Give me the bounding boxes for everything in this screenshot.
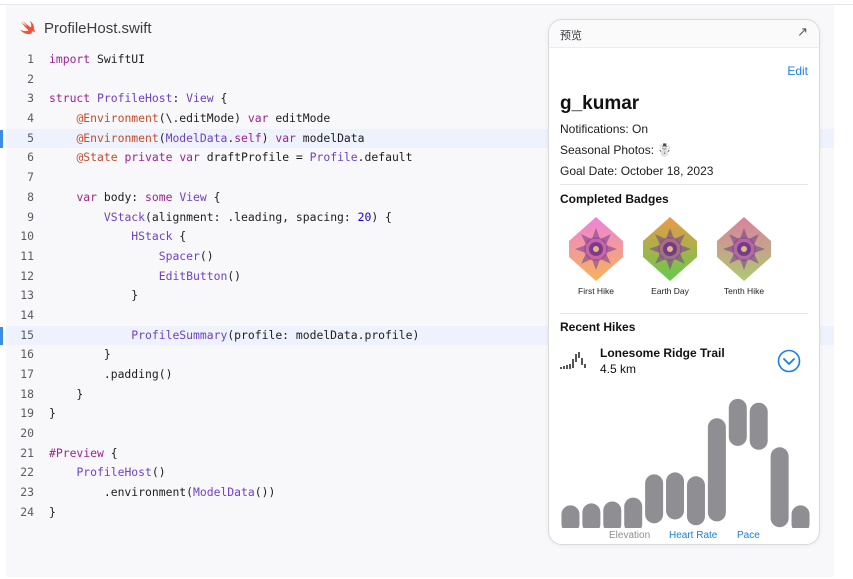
code-text[interactable]: import SwiftUI: [49, 50, 145, 70]
completed-badges-title: Completed Badges: [560, 192, 669, 206]
notifications-text: Notifications: On: [560, 122, 649, 136]
hike-elevation-icon: [560, 352, 586, 369]
code-text[interactable]: HStack {: [49, 227, 186, 247]
code-text[interactable]: @Environment(\.editMode) var editMode: [49, 109, 330, 129]
graph-capsule: [791, 505, 810, 528]
code-text[interactable]: struct ProfileHost: View {: [49, 89, 227, 109]
code-text[interactable]: }: [49, 345, 111, 365]
recent-hikes-title: Recent Hikes: [560, 320, 636, 334]
graph-capsule: [749, 402, 768, 450]
username: g_kumar: [560, 93, 640, 114]
graph-capsule: [645, 474, 664, 524]
preview-title-bar: 预览 ↗: [549, 20, 819, 48]
preview-panel: 预览 ↗ Edit g_kumar Notifications: On Seas…: [548, 19, 820, 545]
line-number: 7: [27, 170, 34, 185]
line-number: 22: [20, 465, 34, 480]
code-text[interactable]: @Environment(ModelData.self) var modelDa…: [49, 129, 364, 149]
badge-icon: [643, 217, 697, 281]
code-text[interactable]: var body: some View {: [49, 188, 220, 208]
hike-graph: [561, 398, 810, 528]
code-text[interactable]: }: [49, 503, 56, 523]
line-number: 10: [20, 229, 34, 244]
code-text[interactable]: VStack(alignment: .leading, spacing: 20)…: [49, 208, 392, 228]
line-number: 1: [27, 52, 34, 66]
line-number: 11: [20, 248, 34, 263]
line-number: 24: [20, 504, 34, 519]
code-text[interactable]: }: [49, 385, 83, 405]
line-number: 3: [27, 91, 34, 106]
line-number: 19: [20, 406, 34, 421]
line-number: 18: [20, 386, 34, 401]
badge: Earth Day: [639, 216, 701, 296]
graph-tab-heart-rate[interactable]: Heart Rate: [669, 530, 717, 541]
graph-capsule: [770, 447, 789, 528]
code-text[interactable]: @State private var draftProfile = Profil…: [49, 148, 412, 168]
line-number: 4: [27, 111, 34, 126]
line-number: 14: [20, 307, 34, 322]
line-number: 15: [20, 327, 34, 342]
hike-distance: 4.5 km: [600, 362, 637, 376]
line-number: 17: [20, 367, 34, 381]
graph-capsule: [707, 418, 726, 522]
preview-title: 预览: [560, 30, 582, 42]
line-number: 13: [20, 288, 34, 303]
line-number: 12: [20, 268, 34, 283]
badge-icon: [569, 217, 623, 281]
graph-tabs: Elevation Heart Rate Pace: [549, 530, 819, 544]
line-number: 16: [20, 347, 34, 362]
graph-capsule: [624, 497, 643, 528]
graph-tab-pace[interactable]: Pace: [737, 530, 760, 541]
hike-name: Lonesome Ridge Trail: [600, 346, 725, 360]
graph-capsule: [686, 476, 705, 526]
badge: First Hike: [565, 216, 627, 296]
line-number: 6: [27, 150, 34, 165]
code-text[interactable]: .environment(ModelData()): [49, 483, 275, 503]
line-number: 5: [27, 130, 34, 145]
code-text[interactable]: }: [49, 404, 56, 424]
badge-label: Earth Day: [651, 286, 689, 296]
badge-label: First Hike: [578, 286, 614, 296]
line-number: 2: [27, 71, 34, 86]
chevron-down-icon[interactable]: [777, 349, 801, 373]
code-text[interactable]: EditButton(): [49, 267, 241, 287]
goal-date-text: Goal Date: October 18, 2023: [560, 164, 714, 178]
file-header: ProfileHost.swift: [20, 17, 152, 39]
code-text[interactable]: #Preview {: [49, 444, 118, 464]
swift-icon: [20, 20, 35, 35]
code-text[interactable]: .padding(): [49, 365, 173, 385]
graph-capsule: [666, 472, 685, 520]
line-number: 23: [20, 485, 34, 500]
line-number: 9: [27, 209, 34, 224]
divider: [560, 313, 808, 314]
graph-capsule: [582, 503, 601, 528]
code-text[interactable]: ProfileHost(): [49, 463, 165, 483]
code-text[interactable]: Spacer(): [49, 247, 214, 267]
graph-capsule: [603, 501, 622, 528]
code-text[interactable]: }: [49, 286, 138, 306]
line-number: 20: [20, 426, 34, 441]
seasonal-photos-text: Seasonal Photos: ☃️: [560, 143, 673, 157]
badge-label: Tenth Hike: [723, 286, 765, 296]
edit-button[interactable]: Edit: [787, 64, 808, 78]
graph-tab-elevation[interactable]: Elevation: [609, 530, 650, 541]
divider: [560, 184, 808, 185]
badge: Tenth Hike: [713, 216, 775, 296]
arrow-up-right-icon[interactable]: ↗: [797, 25, 808, 40]
code-text[interactable]: ProfileSummary(profile: modelData.profil…: [49, 326, 419, 346]
graph-capsule: [728, 398, 747, 446]
line-number: 8: [27, 189, 34, 204]
badge-icon: [717, 217, 771, 281]
line-number: 21: [20, 445, 34, 460]
file-title: ProfileHost.swift: [44, 19, 152, 37]
graph-capsule: [561, 505, 580, 528]
